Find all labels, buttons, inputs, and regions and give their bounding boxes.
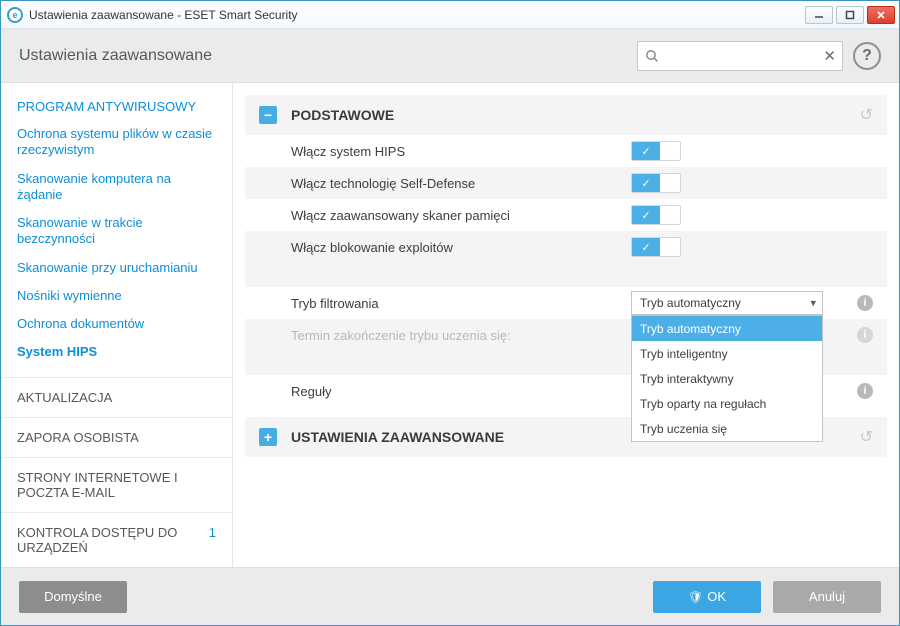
sidebar-item-realtime-protection[interactable]: Ochrona systemu plików w czasie rzeczywi… — [17, 122, 216, 167]
row-exploit: Włącz blokowanie exploitów ✓ — [245, 231, 887, 263]
filter-mode-select[interactable]: Tryb automatyczny ▾ — [631, 291, 823, 315]
footer: Domyślne 🛡 OK Anuluj — [1, 567, 899, 625]
sidebar-section-tools[interactable]: NARZĘDZIA — [1, 567, 232, 568]
shield-icon: 🛡 — [688, 590, 703, 604]
cancel-label: Anuluj — [809, 589, 845, 604]
body: PROGRAM ANTYWIRUSOWY Ochrona systemu pli… — [1, 83, 899, 567]
info-icon[interactable]: i — [857, 383, 873, 399]
sidebar-item-startup-scan[interactable]: Skanowanie przy uruchamianiu — [17, 256, 216, 284]
reset-icon[interactable]: ↺ — [860, 105, 873, 125]
clear-search-icon[interactable]: ✕ — [823, 47, 836, 65]
label-filter-mode: Tryb filtrowania — [291, 296, 631, 311]
toggle-selfdefense[interactable]: ✓ — [631, 173, 681, 193]
sidebar-section-web-email[interactable]: STRONY INTERNETOWE I POCZTA E-MAIL — [1, 457, 232, 512]
label-memscan: Włącz zaawansowany skaner pamięci — [291, 208, 631, 223]
reset-icon[interactable]: ↺ — [860, 427, 873, 447]
sidebar-section-label: KONTROLA DOSTĘPU DO URZĄDZEŃ — [17, 525, 177, 555]
sidebar-section-firewall[interactable]: ZAPORA OSOBISTA — [1, 417, 232, 457]
expand-icon[interactable]: + — [259, 428, 277, 446]
panel-basic-title: PODSTAWOWE — [291, 107, 860, 123]
minimize-button[interactable] — [805, 6, 833, 24]
panel-basic-header[interactable]: − PODSTAWOWE ↺ — [245, 95, 887, 135]
filter-option-rule-based[interactable]: Tryb oparty na regułach — [632, 391, 822, 416]
info-icon[interactable]: i — [857, 295, 873, 311]
filter-option-auto[interactable]: Tryb automatyczny — [632, 316, 822, 341]
window-title: Ustawienia zaawansowane - ESET Smart Sec… — [29, 8, 298, 22]
sidebar-sublist: Ochrona systemu plików w czasie rzeczywi… — [1, 122, 232, 377]
toggle-exploit[interactable]: ✓ — [631, 237, 681, 257]
filter-mode-dropdown: Tryb automatyczny Tryb inteligentny Tryb… — [631, 315, 823, 442]
label-hips: Włącz system HIPS — [291, 144, 631, 159]
sidebar-section-label: STRONY INTERNETOWE I POCZTA E-MAIL — [17, 470, 178, 500]
breadcrumb: Ustawienia zaawansowane — [19, 47, 212, 65]
sidebar: PROGRAM ANTYWIRUSOWY Ochrona systemu pli… — [1, 83, 233, 567]
app-icon: e — [7, 7, 23, 23]
main: − PODSTAWOWE ↺ Włącz system HIPS ✓ Włącz… — [233, 83, 899, 567]
collapse-icon[interactable]: − — [259, 106, 277, 124]
defaults-label: Domyślne — [44, 589, 102, 604]
defaults-button[interactable]: Domyślne — [19, 581, 127, 613]
sidebar-section-update[interactable]: AKTUALIZACJA — [1, 377, 232, 417]
search-icon — [645, 49, 659, 63]
label-learning-end: Termin zakończenie trybu uczenia się: — [291, 328, 631, 343]
chevron-down-icon: ▾ — [810, 297, 816, 310]
search-input[interactable] — [666, 42, 816, 70]
ok-button[interactable]: 🛡 OK — [653, 581, 761, 613]
sidebar-item-ondemand-scan[interactable]: Skanowanie komputera na żądanie — [17, 167, 216, 212]
search-box[interactable]: ✕ — [637, 41, 843, 71]
row-hips: Włącz system HIPS ✓ — [245, 135, 887, 167]
close-button[interactable] — [867, 6, 895, 24]
info-icon: i — [857, 327, 873, 343]
label-selfdefense: Włącz technologię Self-Defense — [291, 176, 631, 191]
window-root: e Ustawienia zaawansowane - ESET Smart S… — [0, 0, 900, 626]
sidebar-section-device-control[interactable]: KONTROLA DOSTĘPU DO URZĄDZEŃ 1 — [1, 512, 232, 567]
sidebar-badge: 1 — [209, 525, 216, 540]
panel-basic: − PODSTAWOWE ↺ Włącz system HIPS ✓ Włącz… — [245, 95, 887, 407]
filter-option-intelligent[interactable]: Tryb inteligentny — [632, 341, 822, 366]
cancel-button[interactable]: Anuluj — [773, 581, 881, 613]
sidebar-section-label: ZAPORA OSOBISTA — [17, 430, 139, 445]
toggle-hips[interactable]: ✓ — [631, 141, 681, 161]
sidebar-item-document-protection[interactable]: Ochrona dokumentów — [17, 312, 216, 340]
svg-text:e: e — [12, 10, 17, 20]
sidebar-item-removable-media[interactable]: Nośniki wymienne — [17, 284, 216, 312]
label-rules: Reguły — [291, 384, 631, 399]
sidebar-item-system-hips[interactable]: System HIPS — [17, 340, 216, 368]
sidebar-item-idle-scan[interactable]: Skanowanie w trakcie bezczynności — [17, 211, 216, 256]
row-memscan: Włącz zaawansowany skaner pamięci ✓ — [245, 199, 887, 231]
row-selfdefense: Włącz technologię Self-Defense ✓ — [245, 167, 887, 199]
row-filter-mode: Tryb filtrowania Tryb automatyczny ▾ Try… — [245, 287, 887, 319]
titlebar: e Ustawienia zaawansowane - ESET Smart S… — [1, 1, 899, 29]
window-buttons — [805, 6, 895, 24]
toggle-memscan[interactable]: ✓ — [631, 205, 681, 225]
sidebar-group-antivirus[interactable]: PROGRAM ANTYWIRUSOWY — [1, 89, 232, 122]
filter-mode-select-wrap: Tryb automatyczny ▾ Tryb automatyczny Tr… — [631, 291, 823, 315]
maximize-button[interactable] — [836, 6, 864, 24]
help-button[interactable]: ? — [853, 42, 881, 70]
label-exploit: Włącz blokowanie exploitów — [291, 240, 631, 255]
ok-label: OK — [707, 589, 726, 604]
header: Ustawienia zaawansowane ✕ ? — [1, 29, 899, 83]
filter-option-learning[interactable]: Tryb uczenia się — [632, 416, 822, 441]
filter-option-interactive[interactable]: Tryb interaktywny — [632, 366, 822, 391]
sidebar-section-label: AKTUALIZACJA — [17, 390, 112, 405]
help-glyph: ? — [862, 47, 872, 65]
filter-mode-value: Tryb automatyczny — [640, 296, 741, 310]
